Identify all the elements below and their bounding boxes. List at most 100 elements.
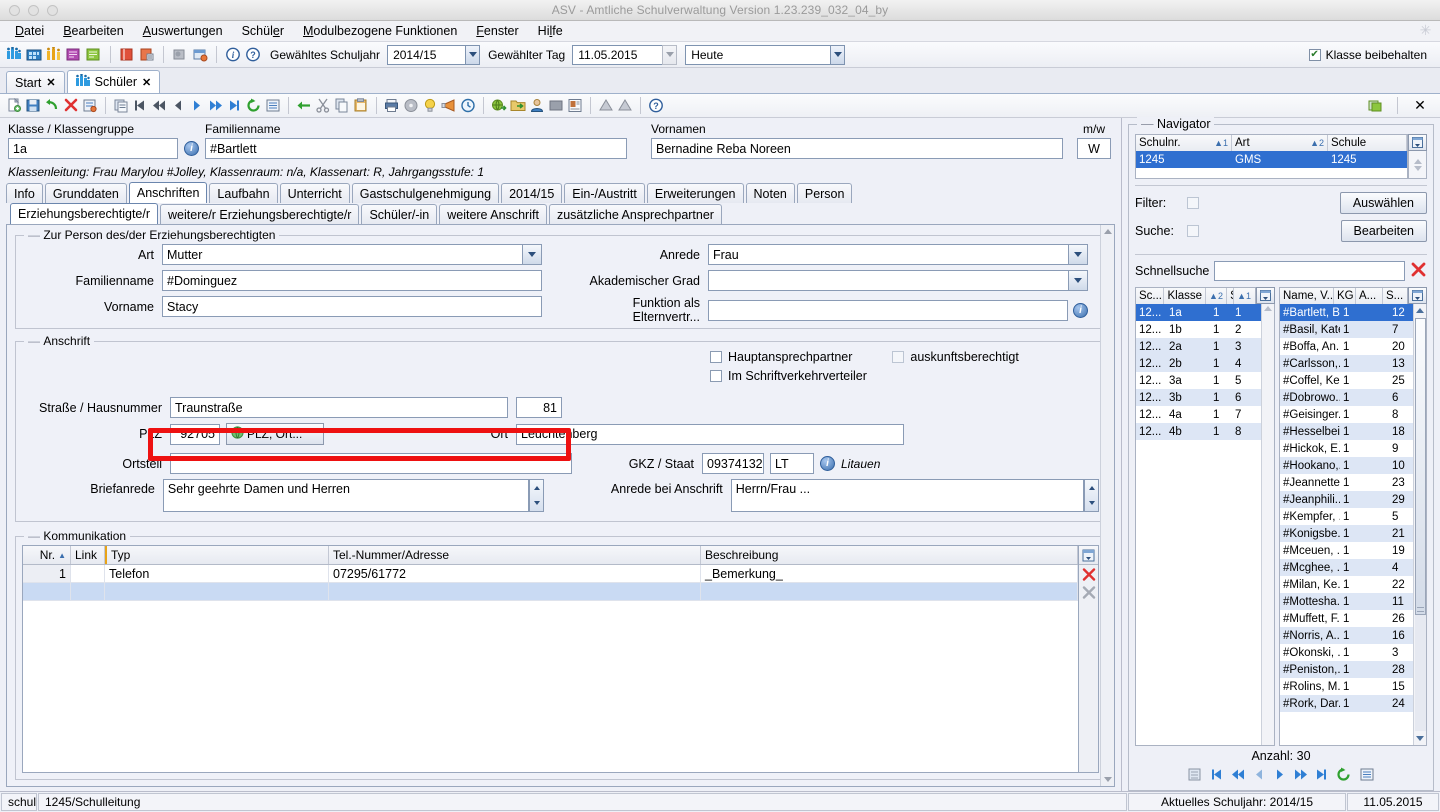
chevron-down-icon[interactable] xyxy=(662,44,678,65)
eb-vorname-input[interactable]: Stacy xyxy=(162,296,542,317)
fast-next-record-icon[interactable] xyxy=(207,97,225,115)
col-nummer[interactable]: Tel.-Nummer/Adresse xyxy=(329,546,701,564)
chevron-down-icon[interactable] xyxy=(830,44,846,65)
close-panel-icon[interactable]: ✕ xyxy=(1411,97,1429,115)
chevron-down-icon[interactable] xyxy=(522,245,541,264)
menu-fenster[interactable]: Fenster xyxy=(467,22,527,40)
nav-first-icon[interactable] xyxy=(1210,768,1224,781)
class-row[interactable]: 12... 4a 1 7 xyxy=(1136,406,1261,423)
school-module-icon[interactable] xyxy=(25,46,43,64)
student-row[interactable]: #Milan, Ke...1 22 xyxy=(1280,576,1413,593)
ort-input[interactable]: Leuchtenberg xyxy=(516,423,904,445)
table-settings-icon[interactable] xyxy=(1079,546,1098,565)
student-row[interactable]: #Kempfer, ...1 5 xyxy=(1280,508,1413,525)
col-a[interactable]: A... xyxy=(1356,288,1383,304)
student-row[interactable]: #Bartlett, B...1 12 xyxy=(1280,304,1413,321)
scroll-down-icon[interactable] xyxy=(1101,773,1114,786)
tab-laufbahn[interactable]: Laufbahn xyxy=(209,183,278,203)
copy-icon[interactable] xyxy=(333,97,351,115)
tab-start[interactable]: Start ✕ xyxy=(6,71,65,93)
close-icon[interactable]: ✕ xyxy=(142,76,151,89)
scroll-down-icon[interactable] xyxy=(1414,732,1427,745)
subtab-erziehungsberechtigte[interactable]: Erziehungsberechtigte/r xyxy=(10,203,159,224)
anrede-anschrift-spinner[interactable] xyxy=(1084,479,1099,512)
schuljahr-combo[interactable]: 2014/15 xyxy=(387,44,481,65)
paste-icon[interactable] xyxy=(352,97,370,115)
window-new-icon[interactable] xyxy=(191,46,209,64)
scroll-up-icon[interactable] xyxy=(1414,304,1427,317)
suche-checkbox[interactable] xyxy=(1187,225,1199,237)
undo-icon[interactable] xyxy=(43,97,61,115)
class-row[interactable]: 12... 4b 1 8 xyxy=(1136,423,1261,440)
info-icon[interactable]: i xyxy=(820,456,835,471)
student-row[interactable]: #Jeannette...1 23 xyxy=(1280,474,1413,491)
student-row[interactable]: #Mcghee, ... 1 4 xyxy=(1280,559,1413,576)
book-export-icon[interactable] xyxy=(138,46,156,64)
student-row[interactable]: #Rork, Dar...1 24 xyxy=(1280,695,1413,712)
content-vertical-scrollbar[interactable] xyxy=(1100,225,1114,786)
menu-auswertungen[interactable]: Auswertungen xyxy=(134,22,232,40)
chevron-down-icon[interactable] xyxy=(530,496,543,512)
close-icon[interactable]: ✕ xyxy=(46,76,55,89)
familienname-input[interactable]: #Bartlett xyxy=(205,138,627,159)
student-list-settings-icon[interactable] xyxy=(1408,287,1427,304)
col-kg[interactable]: KG xyxy=(1334,288,1356,304)
student-row[interactable]: #Okonski, ...1 3 xyxy=(1280,644,1413,661)
scroll-up-icon[interactable] xyxy=(1101,225,1114,238)
menu-modulbezogene-funktionen[interactable]: Modulbezogene Funktionen xyxy=(294,22,466,40)
back-arrow-icon[interactable] xyxy=(295,97,313,115)
col-nr[interactable]: Nr. ▲ xyxy=(23,546,71,564)
nav-refresh-icon[interactable] xyxy=(1336,767,1352,782)
classes-module-icon[interactable] xyxy=(45,46,63,64)
subtab-weitere-erziehungsberechtigte[interactable]: weitere/r Erziehungsberechtigte/r xyxy=(160,204,360,224)
student-row[interactable]: #Mceuen, ... 1 19 xyxy=(1280,542,1413,559)
tab-schuljahr[interactable]: 2014/15 xyxy=(501,183,563,203)
students-module-icon[interactable] xyxy=(5,46,23,64)
col-klasse[interactable]: Klasse xyxy=(1164,288,1207,304)
student-row[interactable]: #Basil, Kate 1 7 xyxy=(1280,321,1413,338)
help-icon[interactable]: ? xyxy=(647,97,665,115)
mw-input[interactable]: W xyxy=(1077,138,1111,159)
subtab-zusaetzliche-ansprechpartner[interactable]: zusätzliche Ansprechpartner xyxy=(548,204,722,224)
list-view-icon[interactable] xyxy=(264,97,282,115)
student-row[interactable]: #Geisinger...1 8 xyxy=(1280,406,1413,423)
clear-search-icon[interactable] xyxy=(1410,261,1427,281)
art-combo[interactable]: Mutter xyxy=(162,244,542,265)
first-record-icon[interactable] xyxy=(131,97,149,115)
anrede-combo[interactable]: Frau xyxy=(708,244,1088,265)
nav-last-icon[interactable] xyxy=(1315,768,1329,781)
student-row[interactable]: #Hickok, E...1 9 xyxy=(1280,440,1413,457)
schriftverkehrverteiler-checkbox[interactable]: Im Schriftverkehrverteiler xyxy=(710,369,1099,383)
menu-schueler[interactable]: Schüler xyxy=(233,22,293,40)
student-row[interactable]: #Boffa, An... 1 20 xyxy=(1280,338,1413,355)
class-list-settings-icon[interactable] xyxy=(1256,287,1275,304)
cut-icon[interactable] xyxy=(314,97,332,115)
eb-familienname-input[interactable]: #Dominguez xyxy=(162,270,542,291)
chevron-down-icon[interactable] xyxy=(1085,496,1098,512)
refresh-icon[interactable] xyxy=(245,97,263,115)
hauptansprechpartner-checkbox[interactable]: Hauptansprechpartner xyxy=(710,350,852,364)
menu-bearbeiten[interactable]: Bearbeiten xyxy=(54,22,132,40)
next-record-icon[interactable] xyxy=(188,97,206,115)
tab-person[interactable]: Person xyxy=(796,183,853,203)
col-schule[interactable]: Schule xyxy=(1328,135,1407,151)
strasse-input[interactable]: Traunstraße xyxy=(170,397,508,418)
staat-input[interactable]: LT xyxy=(770,453,814,474)
nav-detail-icon[interactable] xyxy=(1359,767,1375,782)
nav-list-icon[interactable] xyxy=(1187,767,1203,782)
menu-hilfe[interactable]: Hilfe xyxy=(529,22,572,40)
lists-module-icon[interactable] xyxy=(85,46,103,64)
disc-icon[interactable] xyxy=(402,97,420,115)
bearbeiten-button[interactable]: Bearbeiten xyxy=(1340,220,1427,242)
vornamen-input[interactable]: Bernadine Reba Noreen xyxy=(651,138,1063,159)
tag-combo[interactable]: 11.05.2015 xyxy=(572,44,678,65)
nav-prev-icon[interactable] xyxy=(1252,768,1266,781)
tab-grunddaten[interactable]: Grunddaten xyxy=(44,183,127,203)
student-row[interactable]: #Muffett, F... 1 26 xyxy=(1280,610,1413,627)
akad-grad-combo[interactable] xyxy=(708,270,1088,291)
col-schulnr[interactable]: Schulnr. ▲1 xyxy=(1136,135,1232,151)
col-sc[interactable]: Sc... xyxy=(1136,288,1165,304)
student-row[interactable]: #Hesselbei...1 18 xyxy=(1280,423,1413,440)
delete-row-icon[interactable] xyxy=(1079,565,1098,583)
nav-next-icon[interactable] xyxy=(1273,768,1287,781)
